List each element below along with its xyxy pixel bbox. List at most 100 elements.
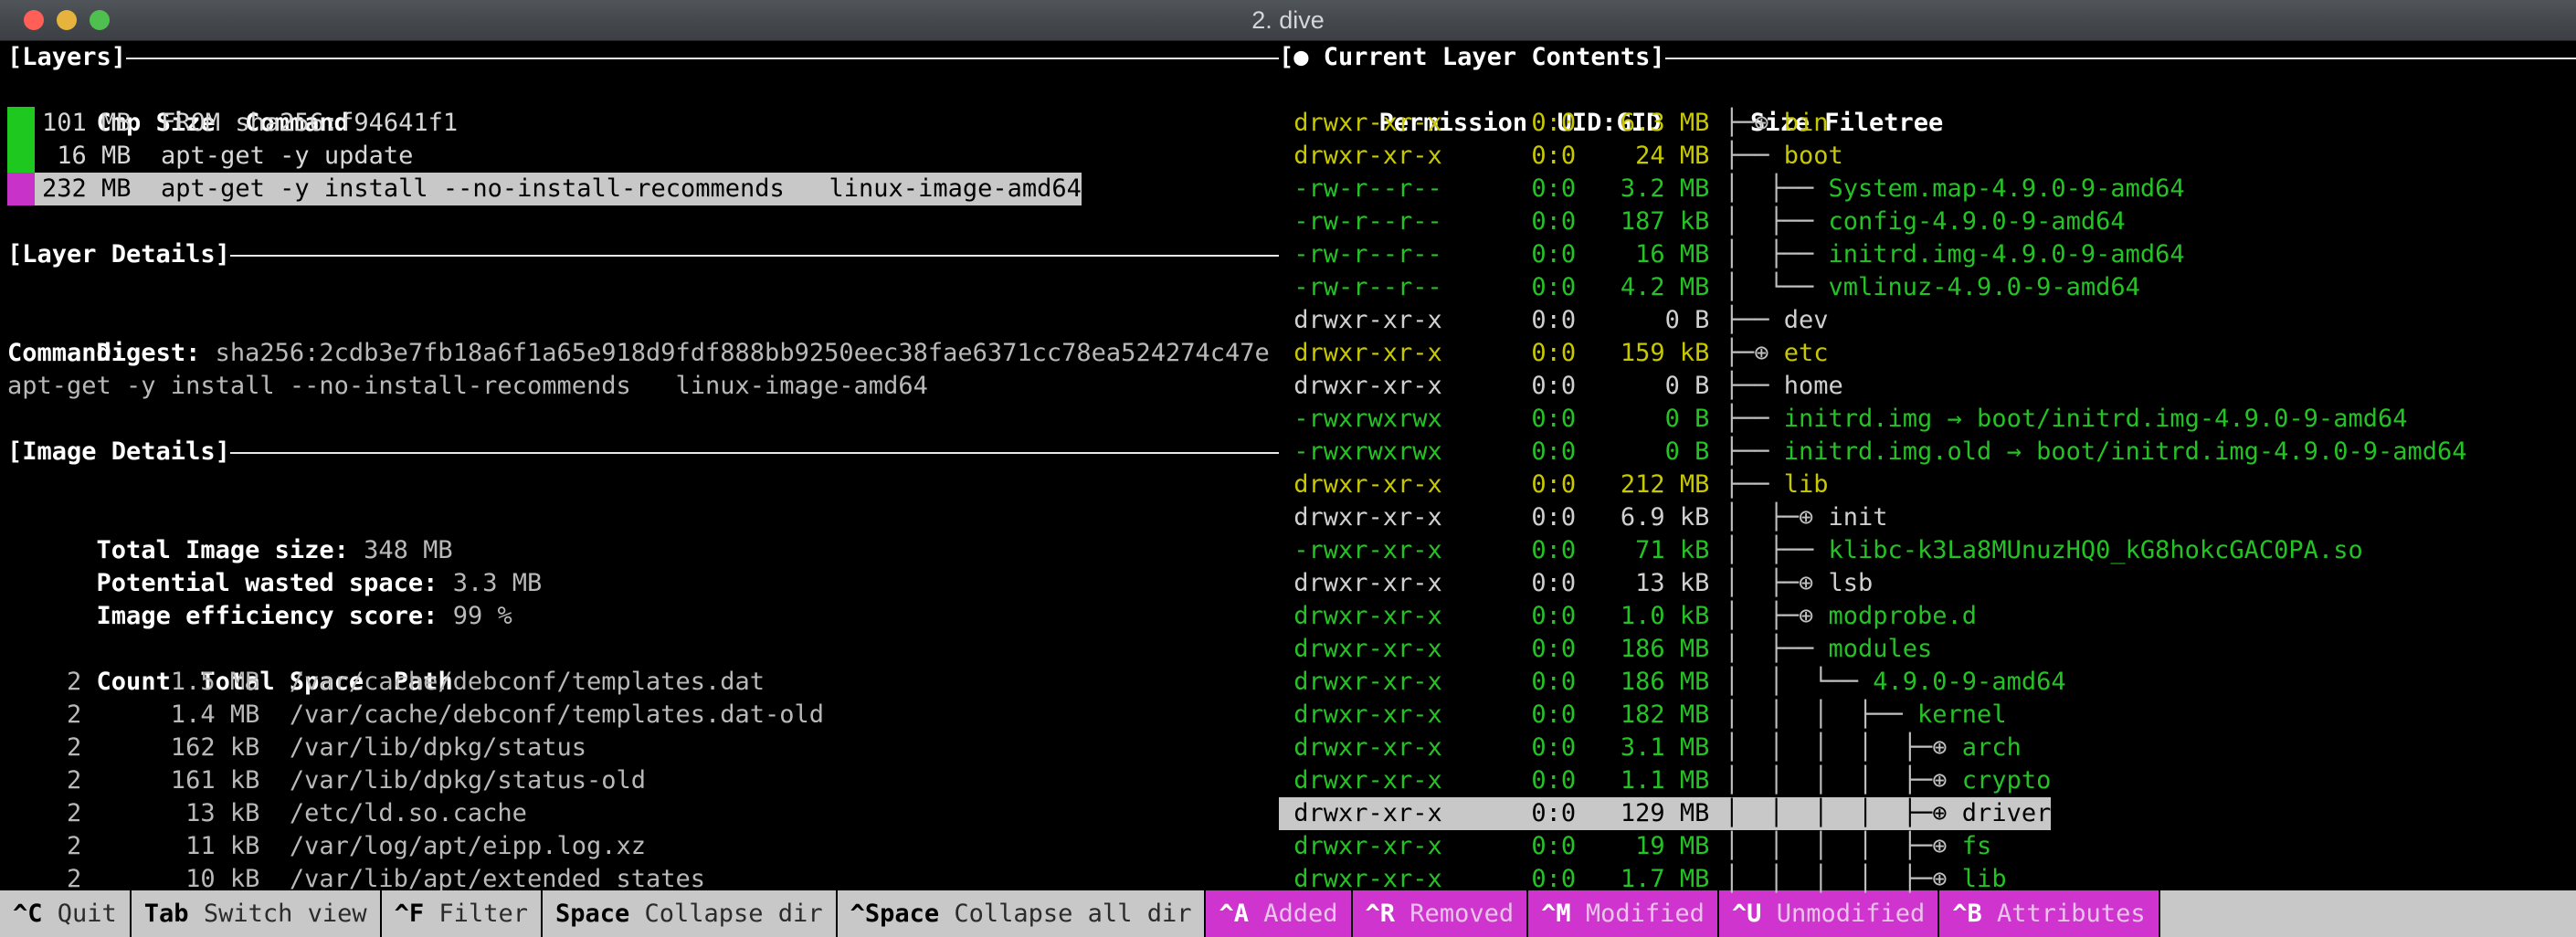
collapsed-dir-icon[interactable]: ⊕: [1799, 503, 1813, 532]
filetree-row[interactable]: drwxr-xr-x 0:0 13 kB │ ├─⊕ lsb: [1279, 567, 2576, 600]
file-uid-gid: 0:0: [1441, 865, 1577, 893]
file-size: 0 B: [1576, 405, 1710, 433]
filetree-row[interactable]: drwxr-xr-x 0:0 129 MB │ │ │ │ ├─⊕ driver…: [1279, 797, 2576, 830]
filetree-row[interactable]: -rw-r--r-- 0:0 3.2 MB │ ├── System.map-4…: [1279, 173, 2576, 205]
layer-row[interactable]: 232 MB apt-get -y install --no-install-r…: [7, 173, 1279, 205]
status-bar-item[interactable]: ^B Attributes: [1939, 890, 2160, 937]
filetree-row[interactable]: drwxr-xr-x 0:0 24 MB ├── boot: [1279, 140, 2576, 173]
file-permission: drwxr-xr-x: [1279, 865, 1442, 893]
tree-dash-icon: ─: [1798, 536, 1814, 564]
collapsed-dir-icon[interactable]: ⊕: [1932, 832, 1947, 860]
tree-dash-icon: ─: [1798, 273, 1814, 301]
file-size: 187 kB: [1576, 207, 1710, 236]
filetree-row[interactable]: drwxr-xr-x 0:0 186 MB │ ├── modules: [1279, 633, 2576, 666]
filetree-row[interactable]: drwxr-xr-x 0:0 159 kB ├─⊕ etc: [1279, 337, 2576, 370]
filetree-row[interactable]: -rwxr-xr-x 0:0 71 kB │ ├── klibc-k3La8MU…: [1279, 534, 2576, 567]
filetree-row[interactable]: -rw-r--r-- 0:0 187 kB │ ├── config-4.9.0…: [1279, 205, 2576, 238]
status-bar-key: Tab: [143, 899, 189, 928]
file-name: crypto: [1947, 766, 2052, 795]
file-size: 71 kB: [1576, 536, 1710, 564]
file-uid-gid: 0:0: [1441, 207, 1577, 236]
current-layer-contents-rule: [1664, 58, 2576, 59]
filetree-row-columns: -rwxrwxrwx 0:0 0 B ├── initrd.img.old → …: [1279, 437, 2466, 466]
collapsed-dir-icon[interactable]: ⊕: [1932, 865, 1947, 893]
current-layer-contents-title-label: [● Current Layer Contents]: [1279, 43, 1665, 71]
filetree-row[interactable]: drwxr-xr-x 0:0 3.1 MB │ │ │ │ ├─⊕ arch: [1279, 732, 2576, 764]
file-permission: drwxr-xr-x: [1279, 569, 1442, 597]
status-bar-item[interactable]: ^F Filter: [382, 890, 543, 937]
file-permission: drwxr-xr-x: [1279, 142, 1442, 170]
layer-row[interactable]: 16 MB apt-get -y update: [7, 140, 1279, 173]
tree-dash-icon: ─: [1754, 470, 1769, 499]
status-bar-item[interactable]: ^R Removed: [1352, 890, 1529, 937]
file-permission: -rw-r--r--: [1279, 273, 1442, 301]
collapsed-dir-icon[interactable]: ⊕: [1799, 569, 1813, 597]
filetree-row[interactable]: drwxr-xr-x 0:0 0 B ├── dev: [1279, 304, 2576, 337]
layer-details-rule: [229, 255, 1279, 257]
file-name: klibc-k3La8MUnuzHQ0_kG8hokcGAC0PA.so: [1813, 536, 2363, 564]
file-size: 186 MB: [1576, 635, 1710, 663]
status-bar-item[interactable]: ^C Quit: [0, 890, 132, 937]
file-permission: drwxr-xr-x: [1279, 700, 1442, 729]
status-bar-description: Unmodified: [1761, 899, 1926, 928]
tree-branch-glyph: ├─: [1709, 339, 1755, 367]
collapsed-dir-icon[interactable]: ⊕: [1932, 766, 1947, 795]
file-permission: -rw-r--r--: [1279, 174, 1442, 203]
status-bar-description: Collapse all dir: [939, 899, 1192, 928]
file-uid-gid: 0:0: [1441, 273, 1577, 301]
status-bar-item[interactable]: ^U Unmodified: [1718, 890, 1940, 937]
filetree-row[interactable]: drwxr-xr-x 0:0 182 MB │ │ │ ├── kernel: [1279, 699, 2576, 732]
file-uid-gid: 0:0: [1441, 470, 1577, 499]
status-bar-description: Removed: [1395, 899, 1515, 928]
collapsed-dir-icon[interactable]: ⊕: [1932, 733, 1947, 762]
collapsed-dir-icon[interactable]: ⊕: [1932, 799, 1947, 827]
file-permission: drwxr-xr-x: [1279, 668, 1442, 696]
tree-branch-glyph: ├─: [1709, 306, 1755, 334]
image-details-panel-title: [Image Details]: [7, 436, 1279, 468]
file-name: lsb: [1813, 569, 1874, 597]
status-bar-item[interactable]: ^Space Collapse all dir: [838, 890, 1207, 937]
filetree-row[interactable]: drwxr-xr-x 0:0 1.0 kB │ ├─⊕ modprobe.d: [1279, 600, 2576, 633]
file-uid-gid: 0:0: [1441, 766, 1577, 795]
filetree-row[interactable]: -rwxrwxrwx 0:0 0 B ├── initrd.img.old → …: [1279, 436, 2576, 468]
filetree-row[interactable]: drwxr-xr-x 0:0 19 MB │ │ │ │ ├─⊕ fs: [1279, 830, 2576, 863]
file-name: config-4.9.0-9-amd64: [1813, 207, 2126, 236]
status-bar-description: Quit: [42, 899, 117, 928]
tree-branch-glyph: │ ├─: [1709, 536, 1799, 564]
filetree-row[interactable]: drwxr-xr-x 0:0 186 MB │ │ └── 4.9.0-9-am…: [1279, 666, 2576, 699]
collapsed-dir-icon[interactable]: ⊕: [1799, 602, 1813, 630]
tree-branch-glyph: │ ├─: [1709, 635, 1799, 663]
file-size: 3.1 MB: [1576, 733, 1710, 762]
filetree-row-columns: drwxr-xr-x 0:0 3.1 MB │ │ │ │ ├─⊕ arch: [1279, 733, 2022, 762]
status-bar-item[interactable]: Tab Switch view: [132, 890, 382, 937]
layer-row[interactable]: 101 MB FROM sha256:f94641f1: [7, 107, 1279, 140]
status-bar-item[interactable]: Space Collapse dir: [543, 890, 838, 937]
tree-branch-glyph: │ │ │ │ ├─: [1709, 733, 1933, 762]
file-name: initrd.img-4.9.0-9-amd64: [1813, 240, 2185, 268]
status-bar-key: Space: [554, 899, 630, 928]
filetree-row[interactable]: drwxr-xr-x 0:0 212 MB ├── lib: [1279, 468, 2576, 501]
filetree-row[interactable]: -rwxrwxrwx 0:0 0 B ├── initrd.img → boot…: [1279, 403, 2576, 436]
filetree-row[interactable]: drwxr-xr-x 0:0 6.3 MB ├─⊕ bin: [1279, 107, 2576, 140]
filetree-row[interactable]: -rw-r--r-- 0:0 4.2 MB │ └── vmlinuz-4.9.…: [1279, 271, 2576, 304]
filetree-row-columns: drwxr-xr-x 0:0 186 MB │ ├── modules: [1279, 635, 1932, 663]
wasted-space-row-item: 2 162 kB /var/lib/dpkg/status: [7, 733, 586, 762]
status-bar-item[interactable]: ^A Added: [1206, 890, 1353, 937]
filetree-row[interactable]: drwxr-xr-x 0:0 1.1 MB │ │ │ │ ├─⊕ crypto: [1279, 764, 2576, 797]
collapsed-dir-icon[interactable]: ⊕: [1754, 339, 1768, 367]
filetree-row-columns: -rwxr-xr-x 0:0 71 kB │ ├── klibc-k3La8MU…: [1279, 536, 2363, 564]
file-permission: drwxr-xr-x: [1279, 799, 1442, 827]
file-permission: drwxr-xr-x: [1279, 766, 1442, 795]
filetree-row[interactable]: drwxr-xr-x 0:0 0 B ├── home: [1279, 370, 2576, 403]
tree-branch-glyph: │ │ │ │ ├─: [1709, 865, 1933, 893]
collapsed-dir-icon[interactable]: ⊕: [1754, 109, 1768, 137]
layer-row-text: 101 MB FROM sha256:f94641f1: [42, 109, 459, 137]
filetree-row-columns: -rw-r--r-- 0:0 187 kB │ ├── config-4.9.0…: [1279, 207, 2126, 236]
filetree-row[interactable]: -rw-r--r-- 0:0 16 MB │ ├── initrd.img-4.…: [1279, 238, 2576, 271]
file-uid-gid: 0:0: [1441, 174, 1577, 203]
status-bar-item[interactable]: ^M Modified: [1528, 890, 1719, 937]
filetree-row[interactable]: drwxr-xr-x 0:0 6.9 kB │ ├─⊕ init: [1279, 501, 2576, 534]
file-name: fs: [1947, 832, 1992, 860]
filetree-list: drwxr-xr-x 0:0 6.3 MB ├─⊕ bin drwxr-xr-x…: [1279, 107, 2576, 896]
file-uid-gid: 0:0: [1441, 405, 1577, 433]
